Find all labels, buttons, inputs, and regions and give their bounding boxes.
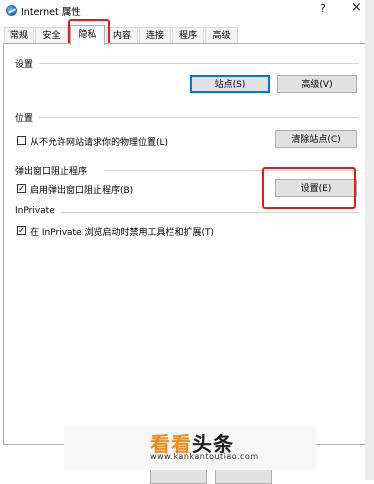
location-divider bbox=[39, 117, 359, 118]
ok-button[interactable] bbox=[150, 468, 207, 484]
tab-programs[interactable]: 程序 bbox=[172, 27, 204, 44]
inprivate-divider bbox=[61, 212, 359, 213]
cancel-button[interactable] bbox=[215, 468, 272, 484]
privacy-panel: 设置 站点(S) 高级(V) 位置 从不允许网站请求你的物理位置(L) 清除站点… bbox=[3, 43, 371, 445]
tab-advanced[interactable]: 高级 bbox=[205, 27, 238, 44]
location-group-title: 位置 bbox=[15, 114, 34, 124]
location-checkbox-label: 从不允许网站请求你的物理位置(L) bbox=[30, 138, 169, 148]
advanced-button[interactable]: 高级(V) bbox=[277, 75, 357, 93]
inprivate-checkbox[interactable]: ✓ bbox=[17, 226, 26, 235]
help-button[interactable]: ? bbox=[320, 2, 326, 15]
tab-general[interactable]: 常规 bbox=[4, 27, 34, 44]
tab-content[interactable]: 内容 bbox=[106, 27, 138, 44]
settings-divider bbox=[39, 63, 359, 64]
popup-group-title: 弹出窗口阻止程序 bbox=[15, 167, 88, 177]
popup-blocker-checkbox-label: 启用弹出窗口阻止程序(B) bbox=[30, 186, 134, 196]
watermark-url: www.kankantoutiao.com bbox=[150, 452, 259, 461]
title-bar: Internet 属性 ? × bbox=[0, 0, 374, 22]
tab-privacy[interactable]: 隐私 bbox=[70, 25, 105, 45]
inprivate-checkbox-label: 在 InPrivate 浏览启动时禁用工具栏和扩展(T) bbox=[30, 228, 214, 238]
close-button[interactable]: × bbox=[351, 0, 362, 15]
window-title: Internet 属性 bbox=[21, 7, 81, 18]
tab-connections[interactable]: 连接 bbox=[139, 27, 171, 44]
popup-blocker-checkbox[interactable]: ✓ bbox=[17, 184, 26, 193]
tab-security[interactable]: 安全 bbox=[35, 27, 68, 44]
location-checkbox[interactable] bbox=[17, 136, 26, 145]
highlight-popup-settings bbox=[262, 167, 356, 209]
clear-sites-button[interactable]: 清除站点(C) bbox=[275, 130, 357, 148]
internet-explorer-icon bbox=[6, 5, 17, 16]
scrollbar[interactable] bbox=[365, 0, 374, 480]
settings-group-title: 设置 bbox=[15, 60, 34, 70]
sites-button[interactable]: 站点(S) bbox=[190, 75, 270, 93]
inprivate-group-title: InPrivate bbox=[15, 206, 55, 216]
